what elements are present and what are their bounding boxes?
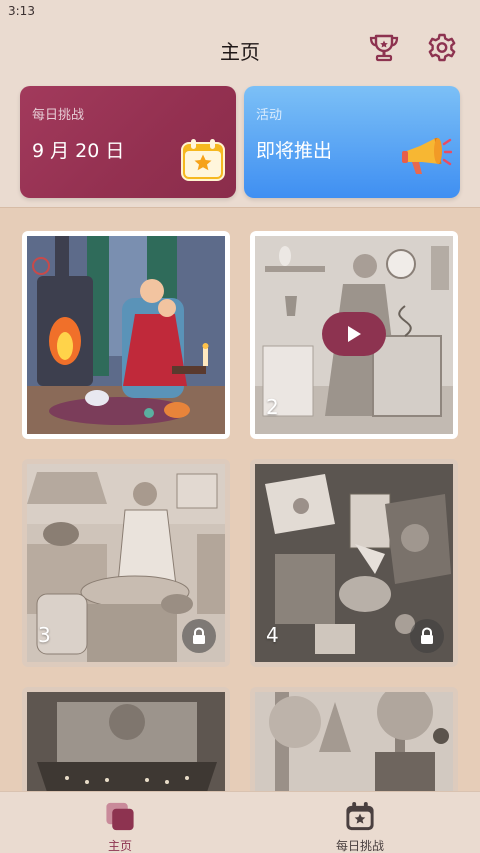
daily-challenge-label: 每日挑战 [32,108,85,123]
puzzle-artwork-window [27,692,225,791]
puzzle-number: 3 [38,623,51,647]
home-cards-icon [106,802,134,831]
play-icon [348,326,361,342]
gear-icon[interactable] [422,28,462,68]
play-button[interactable] [322,312,386,356]
daily-challenge-card[interactable]: 每日挑战 9 月 20 日 [20,86,236,198]
daily-challenge-date: 9 月 20 日 [32,140,125,162]
lock-badge [410,619,444,653]
puzzle-tile-5[interactable] [22,687,230,791]
puzzle-number: 4 [266,623,279,647]
status-time: 3:13 [8,4,35,18]
puzzle-tile-3[interactable]: 3 [22,459,230,667]
lock-icon [421,627,433,644]
page-title: 主页 [220,40,260,64]
puzzle-artwork-fireplace [27,236,225,434]
nav-home[interactable]: 主页 [0,792,240,853]
nav-daily-challenge[interactable]: 每日挑战 [240,792,480,853]
trophy-icon[interactable] [364,28,404,68]
lock-icon [193,627,205,644]
event-label: 活动 [256,108,283,123]
calendar-star-icon [346,801,374,831]
nav-daily-label: 每日挑战 [335,839,384,853]
puzzle-tile-4[interactable]: 4 [250,459,458,667]
puzzle-grid: 2 3 4 [0,209,480,791]
event-card[interactable]: 活动 即将推出 [244,86,460,198]
app-header: 主页 每日挑战 9 月 20 日 活动 即将推出 [0,22,480,208]
bottom-nav: 主页 每日挑战 [0,791,480,853]
puzzle-number: 2 [266,395,279,419]
nav-home-label: 主页 [107,839,132,853]
puzzle-tile-6[interactable] [250,687,458,791]
puzzle-tile-1[interactable] [22,231,230,439]
lock-badge [182,619,216,653]
megaphone-icon [400,134,453,184]
calendar-star-icon [180,136,226,186]
event-status: 即将推出 [256,140,333,162]
puzzle-artwork-forest [255,692,453,791]
puzzle-tile-2[interactable]: 2 [250,231,458,439]
status-bar: 3:13 [0,0,480,22]
